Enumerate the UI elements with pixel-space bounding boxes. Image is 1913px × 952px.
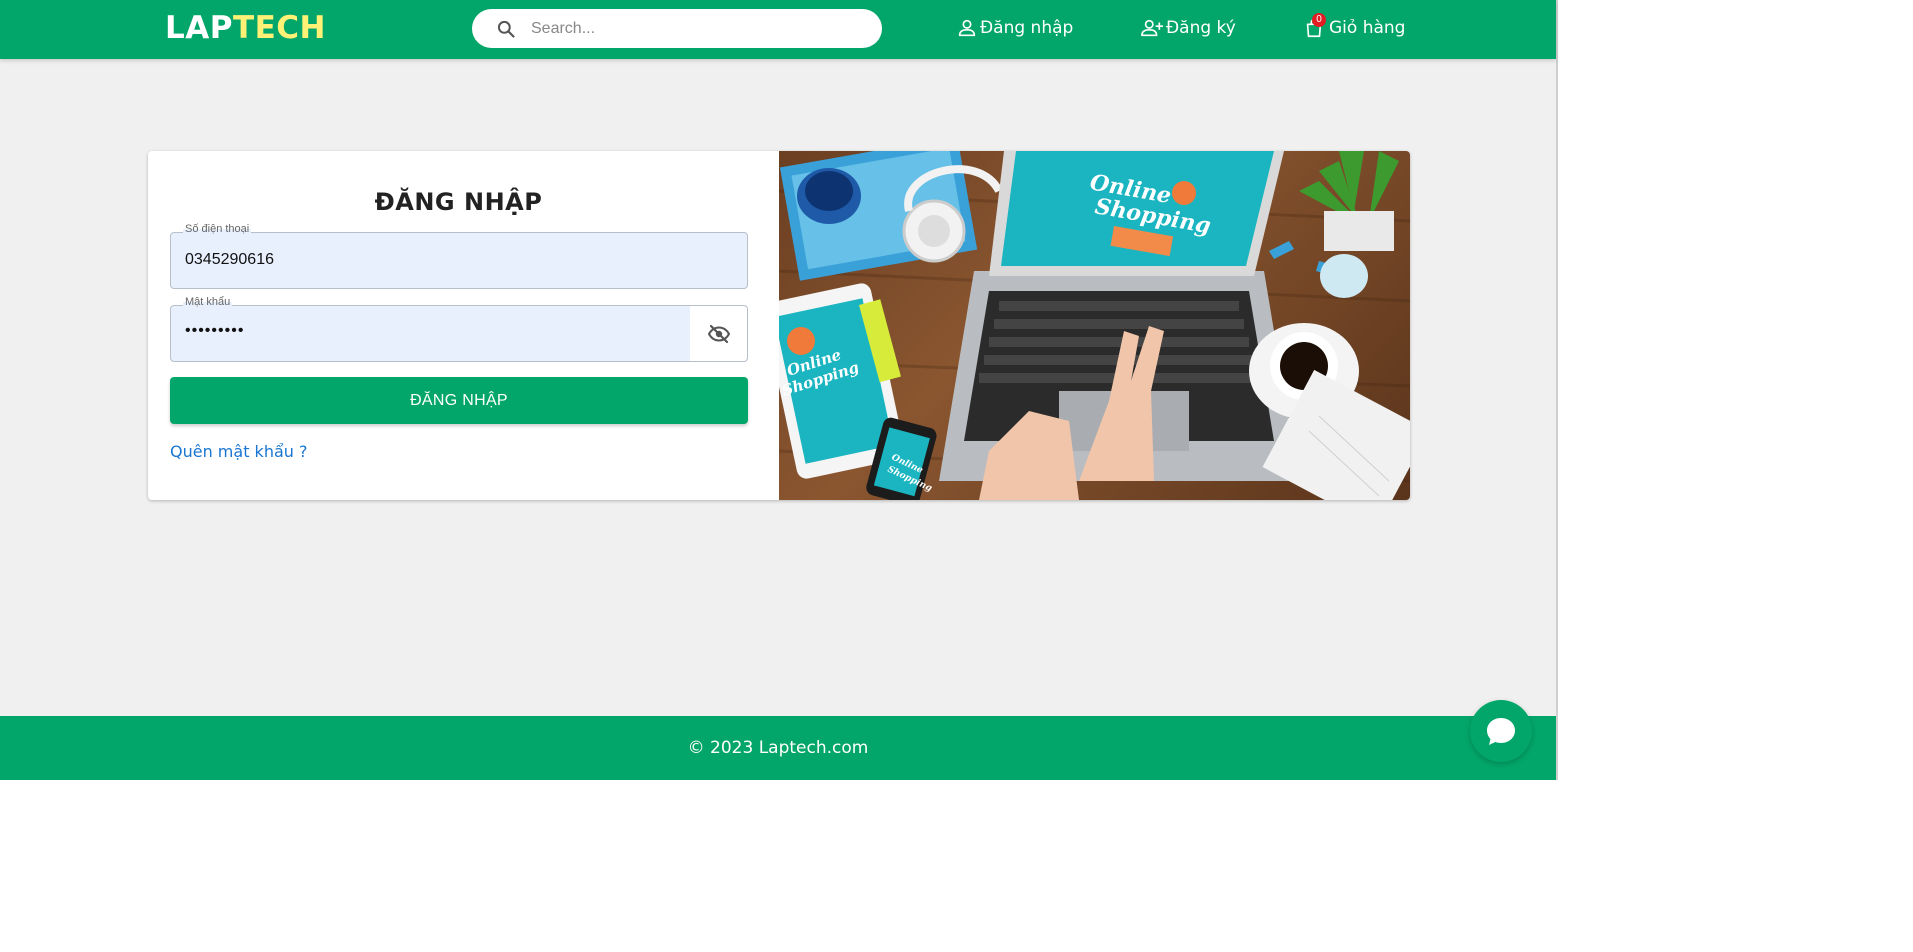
forgot-password-link[interactable]: Quên mật khẩu ?: [170, 442, 307, 461]
chat-widget-button[interactable]: [1470, 700, 1532, 762]
password-field-label: Mật khẩu: [183, 296, 233, 308]
page-title: ĐĂNG NHẬP: [374, 188, 543, 216]
site-footer: © 2023 Laptech.com: [0, 716, 1556, 780]
cart-count-badge: 0: [1312, 13, 1326, 27]
user-add-icon: [1141, 19, 1163, 37]
scrollbar[interactable]: [1556, 0, 1558, 780]
search-icon[interactable]: [496, 19, 516, 39]
password-field[interactable]: Mật khẩu •••••••••: [170, 296, 748, 362]
phone-field-label: Số điện thoại: [183, 223, 252, 235]
phone-field[interactable]: Số điện thoại 0345290616: [170, 223, 748, 289]
phone-field-value[interactable]: 0345290616: [185, 251, 274, 269]
footer-copyright: © 2023 Laptech.com: [687, 738, 869, 758]
logo-text-primary: LAP: [165, 10, 233, 46]
nav-register-label: Đăng ký: [1166, 18, 1236, 38]
toggle-password-visibility-button[interactable]: [690, 306, 747, 361]
nav-cart-link[interactable]: 0 Giỏ hàng: [1303, 13, 1406, 40]
nav-register-link[interactable]: Đăng ký: [1140, 16, 1236, 40]
login-card: ĐĂNG NHẬP Số điện thoại 0345290616 Mật k…: [148, 151, 1410, 500]
eye-off-icon: [707, 324, 730, 343]
page-margin-bottom: [0, 780, 1556, 952]
nav-login-label: Đăng nhập: [980, 18, 1074, 38]
login-form: ĐĂNG NHẬP Số điện thoại 0345290616 Mật k…: [148, 151, 779, 500]
search-bar: [472, 9, 882, 48]
nav-login-link[interactable]: Đăng nhập: [956, 16, 1073, 40]
logo-text-accent: TECH: [232, 10, 326, 46]
illustration-svg: Online Shopping Online Shopping Online S…: [779, 151, 1410, 500]
top-navbar: LAPTECH Đăng nhập Đăng ký 0: [0, 0, 1556, 59]
password-field-value[interactable]: •••••••••: [185, 322, 244, 340]
page-margin-right: [1556, 0, 1913, 952]
online-shopping-illustration: Online Shopping Online Shopping Online S…: [779, 151, 1410, 500]
user-icon: [958, 19, 976, 37]
search-input[interactable]: [529, 15, 859, 42]
nav-cart-label: Giỏ hàng: [1329, 18, 1406, 38]
chat-icon: [1487, 718, 1515, 745]
login-submit-button[interactable]: ĐĂNG NHẬP: [170, 377, 748, 424]
site-logo[interactable]: LAPTECH: [165, 11, 326, 45]
